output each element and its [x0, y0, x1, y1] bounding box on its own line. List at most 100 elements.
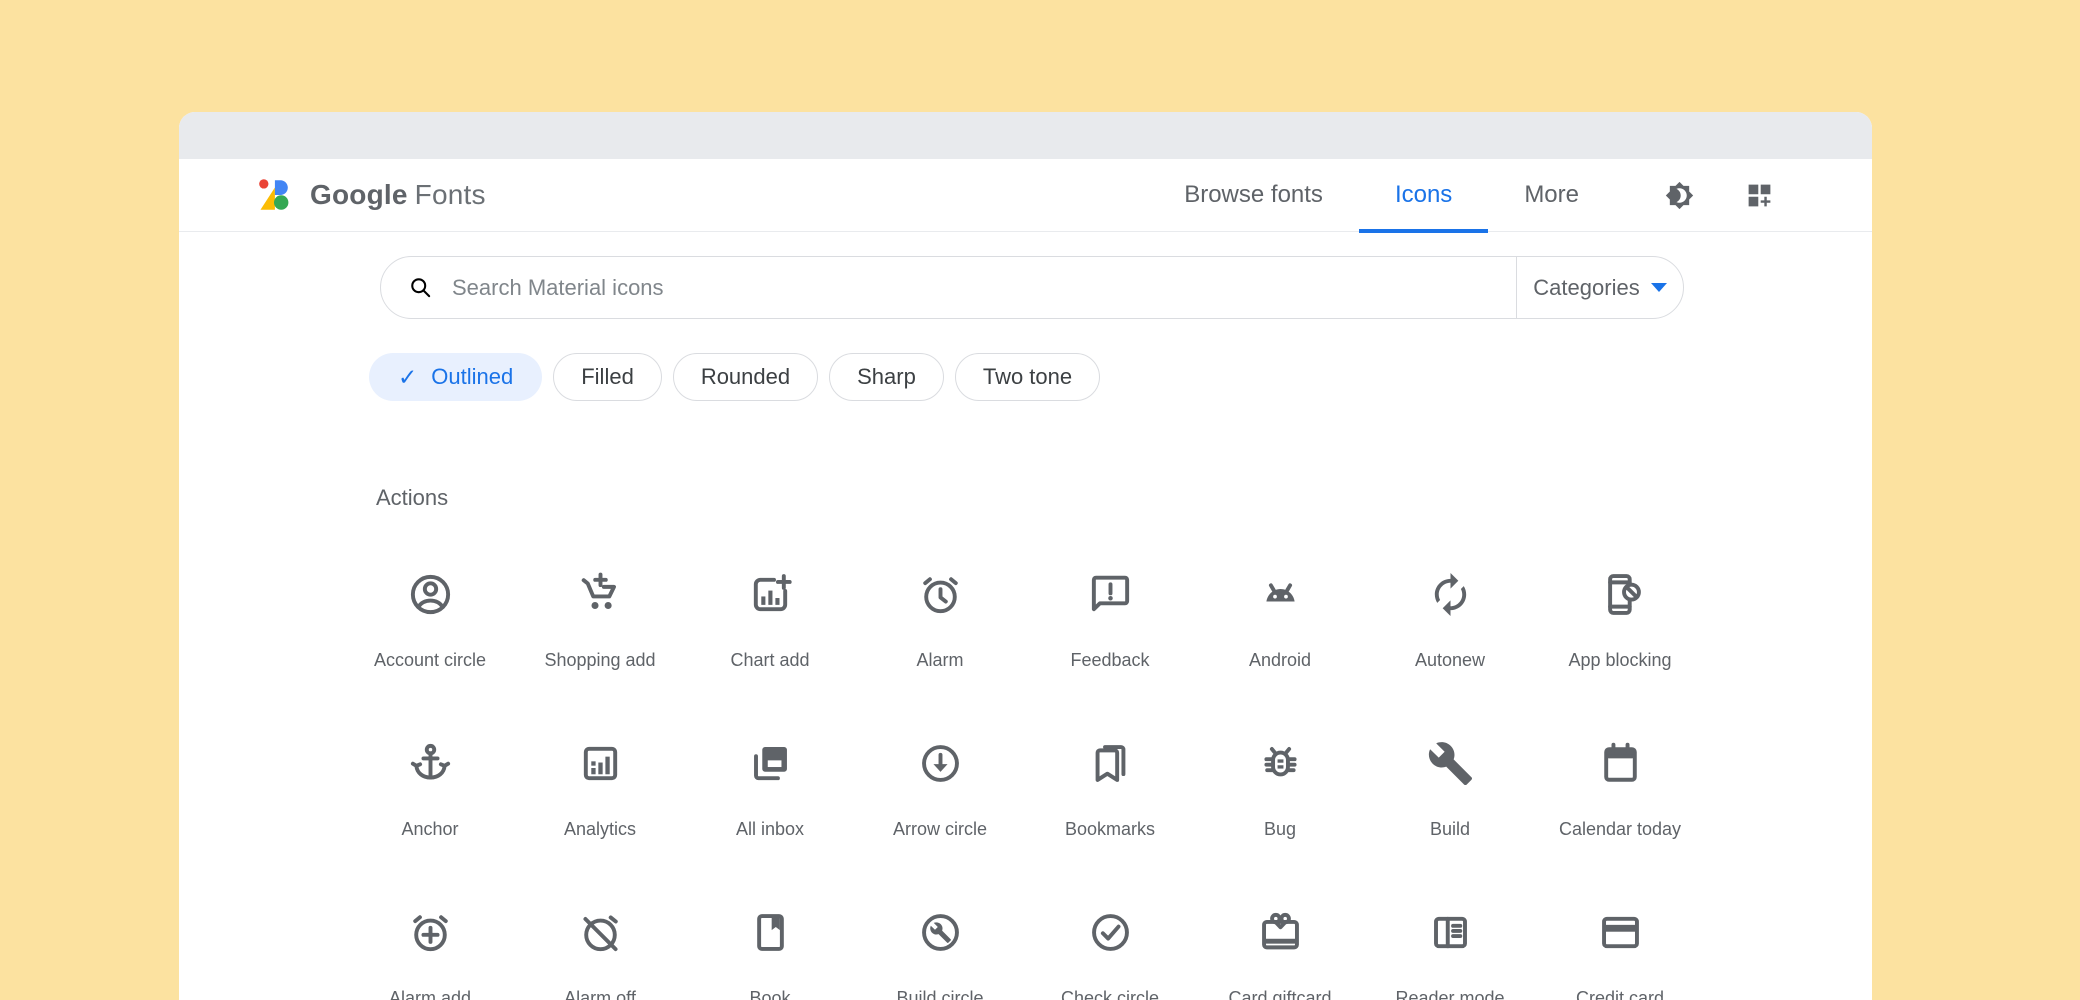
icon-label: Analytics — [564, 819, 636, 840]
tab-browse-fonts[interactable]: Browse fonts — [1148, 159, 1359, 231]
google-fonts-logo-icon — [256, 177, 292, 213]
search-section — [381, 257, 1516, 318]
anchor-icon — [407, 740, 454, 787]
icon-tile-check-circle[interactable]: Check circle — [1025, 909, 1195, 1000]
analytics-icon — [577, 740, 624, 787]
icon-tile-android[interactable]: Android — [1195, 571, 1365, 740]
icon-tile-chart-add[interactable]: Chart add — [685, 571, 855, 740]
all-inbox-icon — [747, 740, 794, 787]
window-titlebar — [179, 112, 1872, 159]
icon-label: Bug — [1264, 819, 1296, 840]
icon-label: Arrow circle — [893, 819, 987, 840]
filter-chip-two-tone[interactable]: Two tone — [955, 353, 1100, 401]
feedback-icon — [1087, 571, 1134, 618]
icon-label: Check circle — [1061, 988, 1159, 1000]
logo-text: GoogleFonts — [310, 179, 486, 211]
icon-tile-alarm[interactable]: Alarm — [855, 571, 1025, 740]
icon-label: Anchor — [401, 819, 458, 840]
search-input[interactable] — [452, 275, 1496, 301]
apps-grid-button[interactable] — [1743, 179, 1775, 211]
icon-label: Credit card — [1576, 988, 1664, 1000]
filter-chip-label: Rounded — [701, 364, 790, 390]
search-icon — [408, 275, 433, 300]
filter-chip-rounded[interactable]: Rounded — [673, 353, 818, 401]
section-title: Actions — [376, 485, 1872, 511]
filter-chip-outlined[interactable]: ✓ Outlined — [369, 353, 542, 401]
icon-tile-app-blocking[interactable]: App blocking — [1535, 571, 1705, 740]
icon-tile-autorenew[interactable]: Autonew — [1365, 571, 1535, 740]
icon-tile-all-inbox[interactable]: All inbox — [685, 740, 855, 909]
card-giftcard-icon — [1257, 909, 1304, 956]
icon-label: Feedback — [1070, 650, 1149, 671]
bookmarks-icon — [1087, 740, 1134, 787]
icon-label: Reader mode — [1395, 988, 1504, 1000]
icon-tile-arrow-circle-down[interactable]: Arrow circle — [855, 740, 1025, 909]
book-icon — [747, 909, 794, 956]
icon-label: Alarm off — [564, 988, 636, 1000]
icon-tile-bug[interactable]: Bug — [1195, 740, 1365, 909]
alarm-icon — [917, 571, 964, 618]
icon-label: Card giftcard — [1228, 988, 1331, 1000]
icon-tile-build[interactable]: Build — [1365, 740, 1535, 909]
icon-tile-analytics[interactable]: Analytics — [515, 740, 685, 909]
apps-grid-icon — [1745, 181, 1774, 210]
credit-card-icon — [1597, 909, 1644, 956]
icon-tile-alarm-off[interactable]: Alarm off — [515, 909, 685, 1000]
alarm-off-icon — [577, 909, 624, 956]
icon-label: Autonew — [1415, 650, 1485, 671]
icon-tile-credit-card[interactable]: Credit card — [1535, 909, 1705, 1000]
build-icon — [1427, 740, 1474, 787]
tab-icons[interactable]: Icons — [1359, 159, 1488, 231]
reader-mode-icon — [1427, 909, 1474, 956]
header-nav: Browse fontsIconsMore — [1148, 159, 1615, 231]
icon-label: Shopping add — [544, 650, 655, 671]
icon-label: Alarm — [916, 650, 963, 671]
autorenew-icon — [1427, 571, 1474, 618]
categories-dropdown[interactable]: Categories — [1517, 257, 1683, 318]
icon-label: App blocking — [1568, 650, 1671, 671]
alarm-add-icon — [407, 909, 454, 956]
dark-mode-icon — [1665, 181, 1694, 210]
style-filter-chips: ✓ Outlined Filled Rounded Sharp Two tone — [369, 353, 1872, 401]
icon-tile-bookmarks[interactable]: Bookmarks — [1025, 740, 1195, 909]
icon-label: Android — [1249, 650, 1311, 671]
icon-tile-feedback[interactable]: Feedback — [1025, 571, 1195, 740]
desktop-background: { "header": { "logo": { "word1": "Google… — [0, 0, 2080, 1000]
icon-tile-alarm-add[interactable]: Alarm add — [345, 909, 515, 1000]
filter-chip-label: Filled — [581, 364, 634, 390]
logo-word-fonts: Fonts — [415, 179, 486, 210]
icon-label: Account circle — [374, 650, 486, 671]
account-circle-icon — [407, 571, 454, 618]
filter-chip-sharp[interactable]: Sharp — [829, 353, 944, 401]
icon-tile-account-circle[interactable]: Account circle — [345, 571, 515, 740]
categories-label: Categories — [1533, 275, 1639, 301]
bug-icon — [1257, 740, 1304, 787]
icon-tile-reader-mode[interactable]: Reader mode — [1365, 909, 1535, 1000]
icon-label: All inbox — [736, 819, 804, 840]
icon-label: Build — [1430, 819, 1470, 840]
calendar-today-icon — [1597, 740, 1644, 787]
icon-tile-calendar-today[interactable]: Calendar today — [1535, 740, 1705, 909]
filter-chip-label: Outlined — [431, 364, 513, 390]
build-circle-icon — [917, 909, 964, 956]
icon-tile-card-giftcard[interactable]: Card giftcard — [1195, 909, 1365, 1000]
shopping-add-icon — [577, 571, 624, 618]
icon-label: Book — [749, 988, 790, 1000]
tab-more[interactable]: More — [1488, 159, 1615, 231]
dark-mode-toggle-button[interactable] — [1663, 179, 1695, 211]
icon-tile-build-circle[interactable]: Build circle — [855, 909, 1025, 1000]
icon-tile-book[interactable]: Book — [685, 909, 855, 1000]
app-blocking-icon — [1597, 571, 1644, 618]
icon-label: Alarm add — [389, 988, 471, 1000]
icon-tile-shopping-add[interactable]: Shopping add — [515, 571, 685, 740]
arrow-circle-down-icon — [917, 740, 964, 787]
chart-add-icon — [747, 571, 794, 618]
icon-grid: Account circle Shopping add Chart add Alarm… — [345, 571, 1872, 1000]
google-fonts-logo[interactable]: GoogleFonts — [256, 159, 486, 231]
icon-tile-anchor[interactable]: Anchor — [345, 740, 515, 909]
filter-chip-filled[interactable]: Filled — [553, 353, 662, 401]
search-bar: Categories — [380, 256, 1684, 319]
filter-chip-label: Sharp — [857, 364, 916, 390]
check-icon: ✓ — [398, 366, 417, 389]
icon-label: Bookmarks — [1065, 819, 1155, 840]
